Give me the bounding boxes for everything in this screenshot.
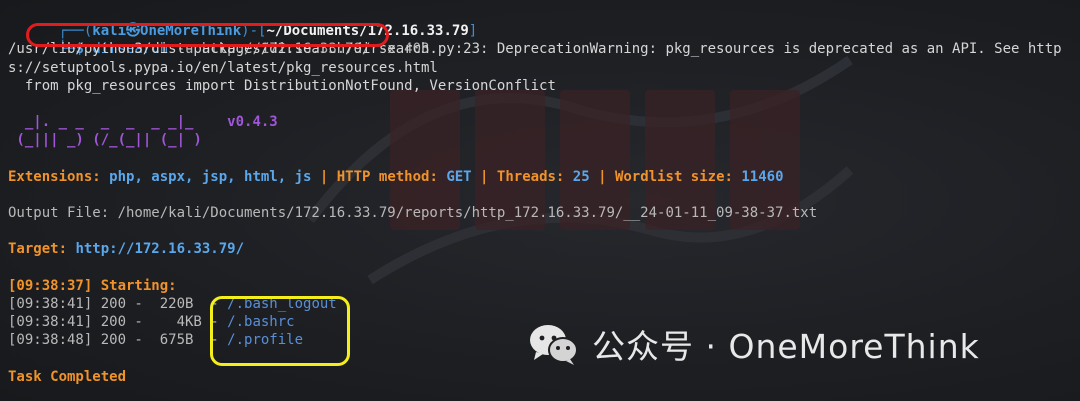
banner-art-line-2: (_||| _) (/_(_|| (_| ) (8, 132, 228, 149)
result-meta: [09:38:48] 200 - 675B - (8, 332, 228, 349)
warning-line: from pkg_resources import DistributionNo… (8, 77, 556, 94)
result-meta: [09:38:41] 200 - 4KB - (8, 314, 228, 331)
method-label: HTTP method: (336, 168, 447, 185)
config-separator: | (311, 168, 337, 185)
result-meta: [09:38:41] 200 - 220B - (8, 296, 228, 312)
banner-version: v0.4.3 (227, 114, 278, 131)
target-label: Target: (8, 241, 76, 258)
wechat-watermark: 公众号 · OneMoreThink (528, 322, 980, 366)
extensions-label: Extensions: (8, 168, 110, 185)
target-line: Target: http://172.16.33.79/ (8, 240, 1080, 258)
wechat-watermark-label: 公众号 · OneMoreThink (592, 327, 980, 366)
threads-value: 25 (572, 168, 590, 185)
wechat-icon (530, 325, 578, 365)
warning-line: s://setuptools.pypa.io/en/latest/pkg_res… (8, 59, 438, 76)
wordlist-label: Wordlist size: (614, 168, 742, 185)
threads-label: Threads: (496, 168, 573, 185)
prompt-top-line: ┌──(kali㉿OneMoreThink)-[~/Documents/172.… (8, 4, 1080, 39)
prompt-end: ] (468, 23, 478, 40)
target-url: http://172.16.33.79/ (75, 241, 245, 258)
terminal-window[interactable]: ┌──(kali㉿OneMoreThink)-[~/Documents/172.… (0, 0, 1080, 401)
banner-art-top: _|. _ _ _ _ _ _|_ (8, 114, 228, 131)
banner-art-line-1: _|. _ _ _ _ _ _|_ v0.4.3 (8, 113, 1080, 131)
extensions-value: php, aspx, jsp, html, js (109, 168, 312, 185)
result-row: [09:38:41] 200 - 220B - /.bash_logout (8, 295, 1080, 313)
config-separator: | (471, 168, 497, 185)
starting-line: [09:38:37] Starting: (8, 277, 186, 294)
config-line: Extensions: php, aspx, jsp, html, js | H… (8, 168, 1080, 186)
method-value: GET (446, 168, 472, 185)
results-highlight-box (210, 296, 350, 366)
wordlist-value: 11460 (741, 168, 784, 185)
command-highlight-oval (26, 23, 389, 47)
output-file-line: Output File: /home/kali/Documents/172.16… (8, 205, 818, 222)
task-completed-line: Task Completed (8, 368, 127, 385)
config-separator: | (589, 168, 615, 185)
